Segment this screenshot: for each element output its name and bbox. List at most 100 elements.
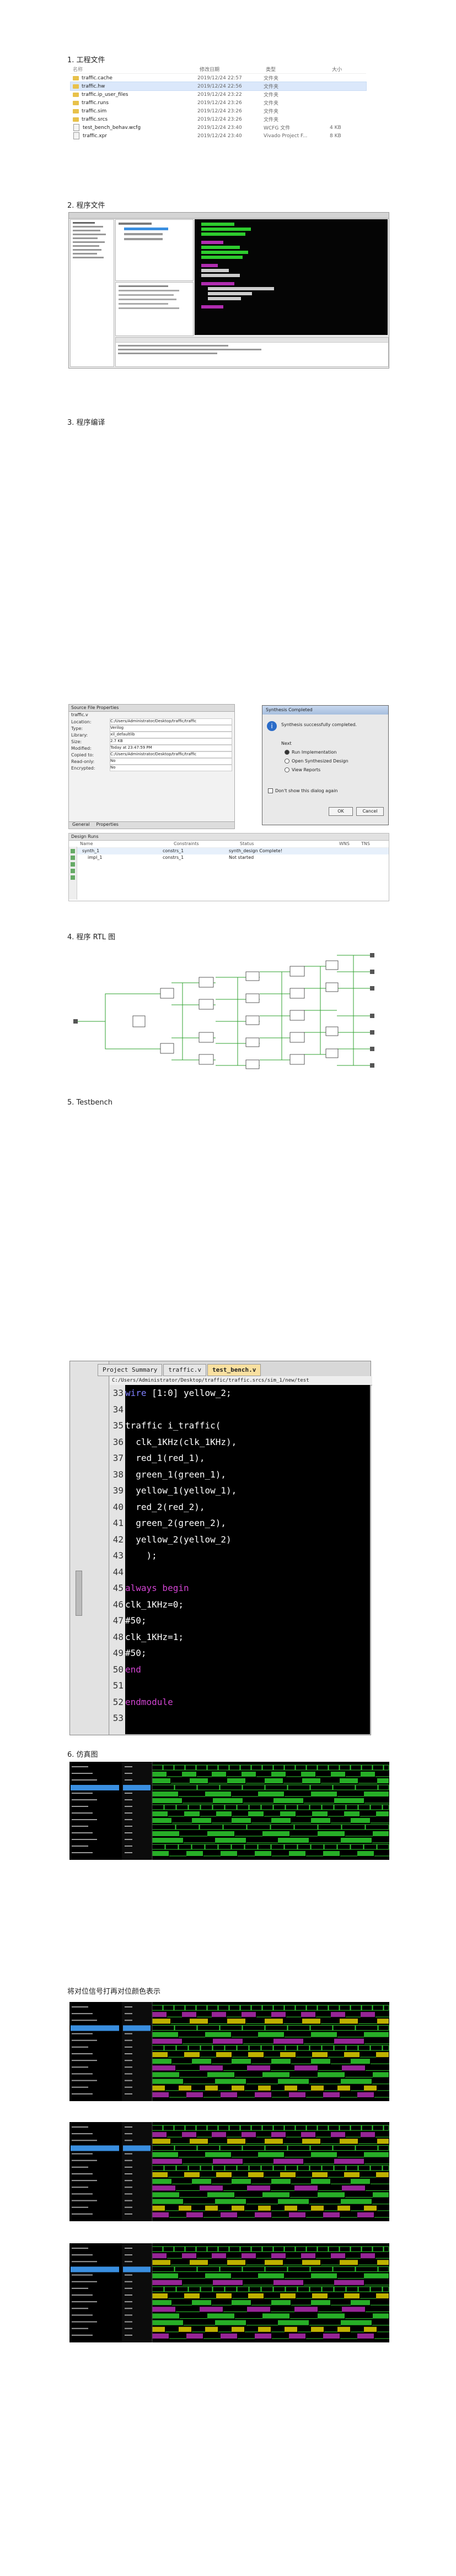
property-value[interactable]: No: [110, 765, 232, 771]
property-row: Read-only: No: [69, 758, 234, 765]
info-icon: i: [267, 721, 277, 731]
code-line: #50;: [125, 1648, 147, 1658]
line-number: 41: [112, 1518, 124, 1528]
run-status: Not started: [229, 855, 254, 860]
folder-icon: [73, 109, 79, 113]
file-date: 2019/12/24 23:40: [197, 133, 242, 139]
run-name: synth_1: [82, 848, 100, 853]
section-heading-color-signals: 将对位信号打再对位颜色表示: [67, 1988, 161, 1996]
file-name: traffic.cache: [82, 75, 112, 81]
property-value[interactable]: Verilog: [110, 725, 232, 732]
file-name: traffic.ip_user_files: [82, 91, 128, 98]
file-date: 2019/12/24 23:26: [197, 116, 242, 122]
property-key: Size:: [71, 739, 82, 744]
code-line: yellow_1(yellow_1),: [125, 1485, 237, 1496]
section-heading-rtl: 4. 程序 RTL 图: [67, 933, 116, 941]
file-name: traffic.srcs: [82, 116, 108, 122]
run-name: impl_1: [88, 855, 103, 860]
file-type: WCFG 文件: [264, 126, 291, 131]
cancel-button[interactable]: Cancel: [356, 807, 384, 816]
dialog-message: Synthesis successfully completed.: [281, 722, 357, 727]
file-row[interactable]: traffic.runs 2019/12/24 23:26 文件夹: [71, 99, 366, 107]
property-key: Encrypted:: [71, 765, 95, 771]
code-line: yellow_2(yellow_2): [125, 1534, 232, 1545]
tab-test-bench-v[interactable]: test_bench.v: [207, 1364, 261, 1376]
rtl-schematic: [72, 944, 387, 1085]
design-run-row[interactable]: impl_1 constrs_1 Not started: [69, 854, 389, 861]
tab-general[interactable]: General: [69, 822, 93, 829]
section-heading-simulation: 6. 仿真图: [67, 1751, 98, 1759]
tab-project-summary[interactable]: Project Summary: [98, 1364, 163, 1376]
file-row[interactable]: traffic.xpr 2019/12/24 23:40 Vivado Projec…: [71, 132, 366, 140]
waveform-graphic: [69, 2002, 389, 2101]
line-number: 51: [112, 1680, 124, 1691]
design-run-row[interactable]: synth_1 constrs_1 synth_design Complete!: [69, 848, 389, 854]
property-value[interactable]: No: [110, 758, 232, 765]
file-size: 8 KB: [330, 133, 341, 139]
property-value[interactable]: Today at 23:47:59 PM: [110, 745, 232, 751]
property-value[interactable]: C:/Users/Administrator/Desktop/traffic/t…: [110, 718, 232, 725]
line-number: 44: [112, 1566, 124, 1577]
file-list-header: 名称 修改日期 类型 大小: [71, 65, 366, 74]
code-line: #50;: [125, 1615, 147, 1626]
testbench-code[interactable]: wire [1:0] yellow_2; traffic i_traffic( c…: [125, 1385, 370, 1734]
line-number: 37: [112, 1453, 124, 1463]
col-type[interactable]: 类型: [266, 66, 332, 73]
property-row: Modified: Today at 23:47:59 PM: [69, 745, 234, 751]
file-row[interactable]: traffic.hw 2019/12/24 22:56 文件夹: [70, 82, 367, 91]
file-row[interactable]: traffic.ip_user_files 2019/12/24 23:22 文件夹: [71, 90, 366, 99]
file-row[interactable]: test_bench_behav.wcfg 2019/12/24 23:40 WCF…: [71, 123, 366, 132]
property-row: Copied to: C:/Users/Administrator/Desktop…: [69, 751, 234, 758]
ok-button[interactable]: OK: [329, 807, 353, 816]
radio-icon: [285, 767, 289, 772]
col-name[interactable]: 名称: [71, 66, 200, 73]
file-row[interactable]: traffic.srcs 2019/12/24 23:26 文件夹: [71, 115, 366, 123]
property-value[interactable]: 2.7 KB: [110, 738, 232, 745]
folder-icon: [73, 100, 79, 105]
file-name: test_bench_behav.wcfg: [83, 125, 141, 131]
scrollbar[interactable]: [76, 1571, 82, 1616]
code-line: green_2(green_2),: [125, 1518, 227, 1528]
tab-properties[interactable]: Properties: [93, 822, 122, 829]
file-row[interactable]: traffic.sim 2019/12/24 23:26 文件夹: [71, 107, 366, 115]
editor-tabs: Project Summary traffic.v test_bench.v: [98, 1364, 262, 1376]
simulation-waveform-2: [69, 2002, 389, 2101]
file-date: 2019/12/24 22:57: [197, 75, 242, 81]
checkbox-icon: [268, 788, 273, 793]
property-key: Type:: [71, 726, 83, 731]
dialog-next-label: Next: [281, 741, 292, 746]
synthesis-completed-dialog: Synthesis Completed i Synthesis successf…: [262, 705, 389, 825]
code-line: );: [125, 1550, 157, 1561]
option-open-synthesized[interactable]: Open Synthesized Design: [285, 759, 348, 764]
file-row[interactable]: traffic.cache 2019/12/24 22:57 文件夹: [71, 74, 366, 82]
radio-icon: [285, 759, 289, 764]
property-row: Location: C:/Users/Administrator/Desktop/…: [69, 718, 234, 725]
property-key: Library:: [71, 732, 88, 738]
property-value[interactable]: C:/Users/Administrator/Desktop/traffic/t…: [110, 751, 232, 758]
code-line: red_2(red_2),: [125, 1501, 205, 1512]
code-line: clk_1KHz=0;: [125, 1599, 184, 1610]
file-type: 文件夹: [264, 76, 279, 82]
file-name: traffic.hw: [82, 83, 105, 89]
col-size[interactable]: 大小: [332, 66, 365, 73]
file-type: 文件夹: [264, 84, 279, 90]
waveform-graphic: [69, 2243, 389, 2342]
tab-traffic-v[interactable]: traffic.v: [163, 1364, 206, 1376]
file-type: 文件夹: [264, 93, 279, 98]
properties-pane: [115, 282, 194, 336]
col-date[interactable]: 修改日期: [200, 66, 266, 73]
property-value[interactable]: xil_defaultlib: [110, 732, 232, 738]
line-number: 38: [112, 1469, 124, 1480]
run-status: synth_design Complete!: [229, 848, 283, 853]
option-run-implementation[interactable]: Run Implementation: [285, 750, 336, 755]
option-view-reports[interactable]: View Reports: [285, 767, 320, 772]
code-editor[interactable]: [195, 219, 388, 335]
dont-show-checkbox[interactable]: Don't show this dialog again: [268, 788, 337, 793]
property-row: Size: 2.7 KB: [69, 738, 234, 745]
file-list: 名称 修改日期 类型 大小 traffic.cache 2019/12/24 22…: [70, 65, 367, 162]
line-number: 47: [112, 1615, 124, 1626]
folder-icon: [73, 75, 79, 80]
